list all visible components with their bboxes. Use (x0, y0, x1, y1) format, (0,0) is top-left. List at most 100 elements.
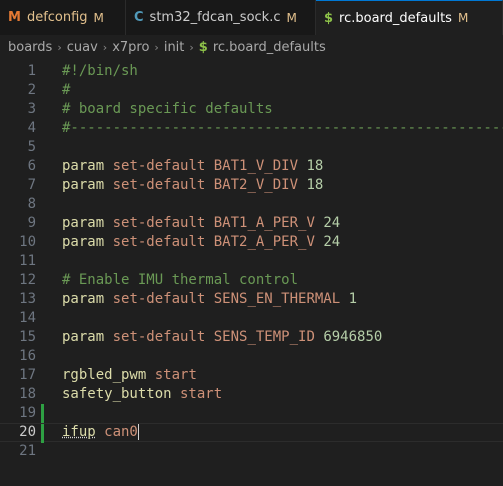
tab-label: stm32_fdcan_sock.c (149, 10, 281, 25)
line-number: 11 (19, 253, 36, 269)
tab-label: rc.board_defaults (339, 10, 452, 26)
line-text: ifup can0 (62, 424, 139, 441)
code-line[interactable]: 18 safety_button start (0, 385, 503, 404)
line-number: 16 (19, 348, 36, 364)
line-number: 17 (19, 367, 36, 383)
line-text: #!/bin/sh (62, 62, 138, 81)
token: set-default BAT2_V_DIV (104, 177, 307, 193)
token: param (62, 329, 105, 345)
line-number: 4 (27, 120, 36, 136)
file-type-icon: M (8, 10, 21, 25)
line-number: 18 (19, 386, 36, 402)
line-text: param set-default SENS_TEMP_ID 6946850 (62, 328, 382, 347)
line-text: param set-default BAT2_V_DIV 18 (62, 176, 323, 195)
code-line[interactable]: 17 rgbled_pwm start (0, 366, 503, 385)
chevron-right-icon: › (189, 40, 194, 54)
code-line[interactable]: 5 (0, 138, 503, 157)
line-text: #---------------------------------------… (62, 119, 503, 138)
tab-label: defconfig (26, 10, 88, 25)
breadcrumb-item[interactable]: boards (8, 40, 52, 55)
code-line[interactable]: 4 #--------------------------------------… (0, 119, 503, 138)
token: safety_button (62, 386, 172, 402)
code-line[interactable]: 6 param set-default BAT1_V_DIV 18 (0, 157, 503, 176)
code-line[interactable]: 11 (0, 252, 503, 271)
breadcrumb-item[interactable]: init (164, 40, 185, 55)
line-number: 8 (27, 196, 36, 212)
line-number: 20 (19, 424, 36, 440)
token: start (171, 386, 223, 402)
code-line[interactable]: 8 (0, 195, 503, 214)
line-number: 7 (27, 177, 36, 193)
line-number: 10 (19, 234, 36, 250)
line-number: 5 (27, 139, 36, 155)
file-type-icon: $ (324, 10, 334, 26)
code-line[interactable]: 13 param set-default SENS_EN_THERMAL 1 (0, 290, 503, 309)
file-type-icon: C (134, 10, 144, 25)
line-number: 15 (19, 329, 36, 345)
code-line[interactable]: 10 param set-default BAT2_A_PER_V 24 (0, 233, 503, 252)
line-number: 1 (27, 63, 36, 79)
token: #---------------------------------------… (62, 120, 503, 136)
breadcrumb-item[interactable]: cuav (67, 40, 98, 55)
code-line[interactable]: 12 # Enable IMU thermal control (0, 271, 503, 290)
chevron-right-icon: › (154, 40, 159, 54)
token: param (62, 158, 105, 174)
tab-2[interactable]: Cstm32_fdcan_sock.c M (126, 0, 316, 35)
token: can0 (95, 424, 138, 440)
line-text: # (62, 81, 70, 100)
line-text: safety_button start (62, 385, 222, 404)
line-number: 13 (19, 291, 36, 307)
breadcrumb-file[interactable]: rc.board_defaults (213, 40, 326, 55)
token: 18 (306, 158, 324, 174)
token: # board specific defaults (62, 101, 273, 117)
token: 6946850 (323, 329, 383, 345)
code-line[interactable]: 15 param set-default SENS_TEMP_ID 6946850 (0, 328, 503, 347)
editor-tab-bar: Mdefconfig M Cstm32_fdcan_sock.c M $ rc.board… (0, 0, 503, 35)
token: #!/bin/sh (62, 63, 138, 79)
code-line[interactable]: 7 param set-default BAT2_V_DIV 18 (0, 176, 503, 195)
breadcrumb: boards › cuav › x7pro › init › $ rc.board_default… (0, 36, 503, 58)
code-line[interactable]: 2 # (0, 81, 503, 100)
token: 24 (323, 215, 341, 231)
code-line[interactable]: 14 (0, 309, 503, 328)
line-number: 14 (19, 310, 36, 326)
line-text: # board specific defaults (62, 100, 273, 119)
token: set-default SENS_TEMP_ID (104, 329, 324, 345)
token: param (62, 215, 105, 231)
line-text: param set-default BAT2_A_PER_V 24 (62, 233, 340, 252)
token: start (146, 367, 197, 383)
token: 24 (323, 234, 341, 250)
code-line[interactable]: 3 # board specific defaults (0, 100, 503, 119)
line-number: 12 (19, 272, 36, 288)
token: param (62, 234, 105, 250)
code-editor[interactable]: 1 #!/bin/sh 2 #3 # board specific defaults 4 #… (0, 62, 503, 486)
code-line[interactable]: 16 (0, 347, 503, 366)
line-text: rgbled_pwm start (62, 366, 197, 385)
token: rgbled_pwm (62, 367, 147, 383)
line-text: param set-default BAT1_V_DIV 18 (62, 157, 323, 176)
text-cursor (137, 424, 139, 440)
token: param (62, 177, 105, 193)
line-text: # Enable IMU thermal control (62, 271, 298, 290)
token: 18 (306, 177, 324, 193)
token: set-default BAT1_A_PER_V (104, 215, 324, 231)
token: set-default BAT2_A_PER_V (104, 234, 324, 250)
token: set-default SENS_EN_THERMAL (104, 291, 349, 307)
git-added-marker (41, 424, 44, 443)
line-number: 9 (27, 215, 36, 231)
breadcrumb-item[interactable]: x7pro (112, 40, 149, 55)
code-line[interactable]: 19 (0, 404, 503, 423)
chevron-right-icon: › (102, 40, 108, 54)
chevron-right-icon: › (57, 40, 62, 54)
code-line[interactable]: 20 ifup can0 (0, 423, 503, 443)
line-number: 6 (27, 158, 36, 174)
line-number: 19 (19, 405, 36, 421)
line-number: 3 (27, 101, 36, 117)
code-line[interactable]: 9 param set-default BAT1_A_PER_V 24 (0, 214, 503, 233)
code-line[interactable]: 21 (0, 442, 503, 461)
git-added-marker (41, 404, 44, 423)
tab-3[interactable]: $ rc.board_defaults M (316, 0, 503, 35)
code-line[interactable]: 1 #!/bin/sh (0, 62, 503, 81)
tab-1[interactable]: Mdefconfig M (0, 0, 126, 35)
modified-indicator: M (286, 10, 297, 25)
